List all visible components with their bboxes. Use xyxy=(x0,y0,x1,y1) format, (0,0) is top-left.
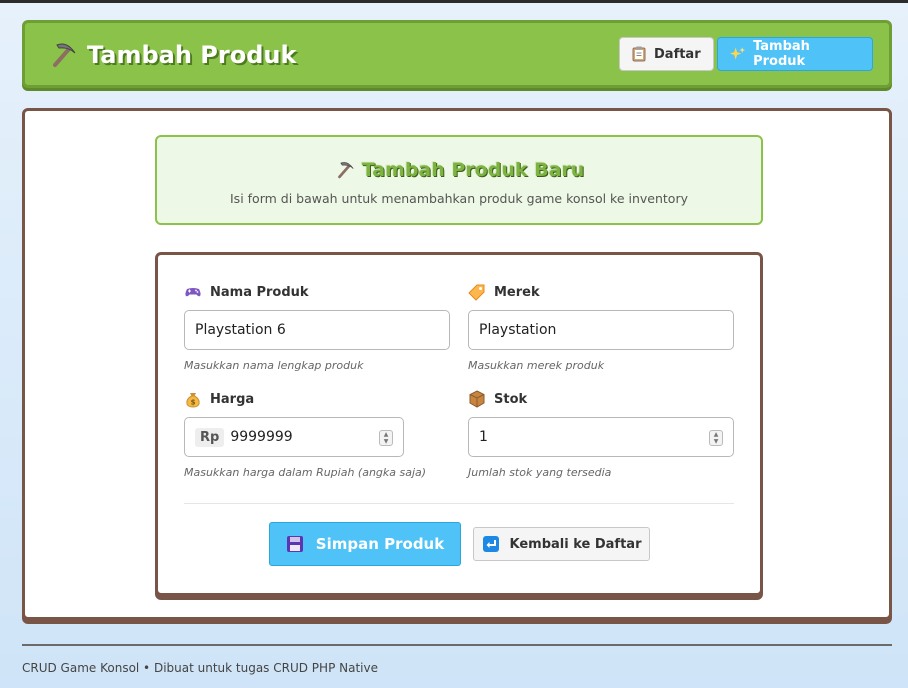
footer-text: CRUD Game Konsol • Dibuat untuk tugas CR… xyxy=(22,661,378,675)
package-icon xyxy=(469,390,485,408)
tag-icon xyxy=(468,284,485,301)
kembali-label: Kembali ke Daftar xyxy=(509,536,642,552)
field-nama-label-row: Nama Produk xyxy=(184,283,450,301)
banner-title: Tambah Produk Baru xyxy=(361,159,585,181)
main-card: Tambah Produk Baru Isi form di bawah unt… xyxy=(22,108,892,620)
stok-spinner[interactable]: ▲ ▼ xyxy=(709,430,723,446)
field-merek: Merek Playstation Masukkan merek produk xyxy=(468,283,734,372)
banner-title-row: Tambah Produk Baru xyxy=(157,159,761,181)
merek-input[interactable]: Playstation xyxy=(468,310,734,350)
field-harga-label: Harga xyxy=(210,391,255,407)
merek-value: Playstation xyxy=(479,322,557,338)
svg-text:$: $ xyxy=(191,399,196,407)
field-nama-label: Nama Produk xyxy=(210,284,309,300)
top-border xyxy=(0,0,908,3)
field-stok: Stok 1 ▲ ▼ Jumlah stok yang tersedia xyxy=(468,390,734,479)
footer-divider xyxy=(22,644,892,646)
banner-subtitle: Isi form di bawah untuk menambahkan prod… xyxy=(230,191,688,206)
field-nama-produk: Nama Produk Playstation 6 Masukkan nama … xyxy=(184,283,450,372)
nama-produk-help: Masukkan nama lengkap produk xyxy=(184,359,364,372)
kembali-ke-daftar-button[interactable]: Kembali ke Daftar xyxy=(473,527,650,561)
sparkles-icon xyxy=(730,47,746,60)
stok-value: 1 xyxy=(479,429,488,445)
gamepad-icon xyxy=(185,288,201,297)
field-stok-label: Stok xyxy=(494,391,528,407)
floppy-disk-icon xyxy=(286,536,303,552)
nama-produk-value: Playstation 6 xyxy=(195,322,286,338)
app-header: Tambah Produk Daftar Tambah Produk xyxy=(22,20,892,88)
pickaxe-icon xyxy=(53,43,76,67)
simpan-produk-button[interactable]: Simpan Produk xyxy=(269,522,461,566)
field-harga: $ Harga Rp 9999999 ▲ ▼ Masukkan harga dal… xyxy=(184,390,426,479)
stok-help: Jumlah stok yang tersedia xyxy=(468,466,612,479)
field-harga-label-row: $ Harga xyxy=(184,390,404,408)
pickaxe-icon xyxy=(337,162,354,179)
harga-help: Masukkan harga dalam Rupiah (angka saja) xyxy=(184,466,427,479)
harga-value: 9999999 xyxy=(230,429,293,445)
stok-input[interactable]: 1 ▲ ▼ xyxy=(468,417,734,457)
form-banner: Tambah Produk Baru Isi form di bawah unt… xyxy=(155,135,763,225)
form-divider xyxy=(184,503,734,504)
product-form: Nama Produk Playstation 6 Masukkan nama … xyxy=(155,252,763,596)
merek-help: Masukkan merek produk xyxy=(468,359,605,372)
money-bag-icon: $ xyxy=(186,393,200,408)
field-merek-label: Merek xyxy=(494,284,540,300)
field-merek-label-row: Merek xyxy=(468,283,734,301)
return-arrow-icon xyxy=(482,536,499,552)
nav-tambah-label: Tambah Produk xyxy=(753,39,810,69)
nama-produk-input[interactable]: Playstation 6 xyxy=(184,310,450,350)
nav-tambah-produk-button[interactable]: Tambah Produk xyxy=(717,37,873,71)
nav-daftar-label: Daftar xyxy=(654,46,701,62)
harga-spinner[interactable]: ▲ ▼ xyxy=(379,430,393,446)
simpan-produk-label: Simpan Produk xyxy=(315,535,445,553)
currency-prefix: Rp xyxy=(195,427,225,447)
page-title: Tambah Produk xyxy=(87,41,297,69)
harga-input[interactable]: Rp 9999999 ▲ ▼ xyxy=(184,417,404,457)
nav-daftar-button[interactable]: Daftar xyxy=(619,37,714,71)
field-stok-label-row: Stok xyxy=(468,390,734,408)
clipboard-icon xyxy=(632,46,646,62)
